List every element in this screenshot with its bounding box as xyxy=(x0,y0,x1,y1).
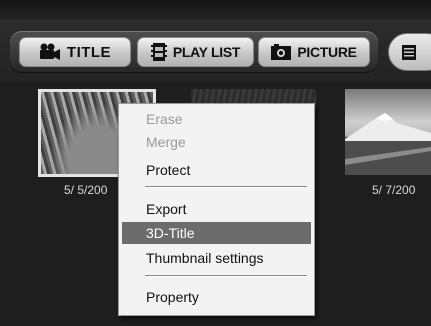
top-band xyxy=(0,0,431,20)
menu-item-erase[interactable]: Erase xyxy=(122,108,311,130)
menu-item-property[interactable]: Property xyxy=(122,286,311,308)
context-menu: Erase Merge Protect Export 3D-Title Thum… xyxy=(118,103,315,316)
tab-picture[interactable]: PICTURE xyxy=(258,37,370,67)
menu-item-merge[interactable]: Merge xyxy=(122,131,311,153)
tab-picture-label: PICTURE xyxy=(297,44,357,60)
thumbnail-date: 5/ 7/200 xyxy=(372,183,416,197)
tab-playlist[interactable]: PLAY LIST xyxy=(137,37,254,67)
list-view-button[interactable] xyxy=(388,33,431,71)
thumbnail-3[interactable] xyxy=(345,89,431,175)
film-strip-icon xyxy=(150,42,167,62)
movie-camera-icon xyxy=(39,43,61,61)
menu-item-3d-title[interactable]: 3D-Title xyxy=(122,222,311,244)
tab-title-label: TITLE xyxy=(66,43,112,61)
menu-item-protect[interactable]: Protect xyxy=(122,159,311,181)
tab-title[interactable]: TITLE xyxy=(19,37,131,67)
menu-item-thumbnail-settings[interactable]: Thumbnail settings xyxy=(122,247,311,269)
menu-separator xyxy=(145,186,307,188)
photo-camera-icon xyxy=(271,44,292,60)
menu-item-export[interactable]: Export xyxy=(122,198,311,220)
mountain-image xyxy=(345,113,431,175)
thumbnail-date: 5/ 5/200 xyxy=(64,183,108,197)
list-view-icon xyxy=(402,45,416,64)
tab-playlist-label: PLAY LIST xyxy=(172,44,241,60)
menu-separator xyxy=(145,275,307,277)
